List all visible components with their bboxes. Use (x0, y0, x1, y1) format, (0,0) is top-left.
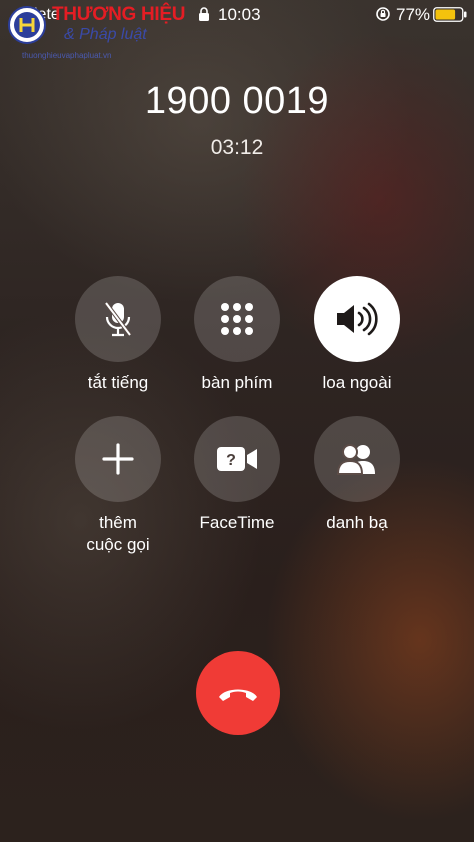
status-time: 10:03 (218, 5, 261, 24)
svg-text:?: ? (226, 452, 236, 469)
add-call-label-line2: cuộc gọi (86, 535, 150, 554)
facetime-button[interactable]: ? FaceTime (177, 416, 297, 534)
watermark-title: THƯƠNG HIỆU (52, 4, 186, 25)
facetime-icon: ? (217, 447, 257, 471)
keypad-circle[interactable] (194, 276, 280, 362)
contacts-label: danh bạ (326, 513, 388, 532)
lock-icon (199, 7, 209, 21)
battery-icon (433, 7, 467, 22)
mute-circle[interactable] (75, 276, 161, 362)
mute-label: tắt tiếng (87, 373, 149, 392)
watermark-url: thuonghieuvaphapluat.vn (22, 51, 112, 60)
add-call-label: thêm cuộc gọi (58, 512, 178, 556)
watermark-logo: THƯƠNG HIỆU & Pháp luật thuonghieuvaphap… (4, 2, 185, 64)
facetime-label: FaceTime (199, 513, 275, 532)
add-call-button[interactable]: thêm cuộc gọi (58, 416, 178, 556)
watermark-subtitle: & Pháp luật (64, 26, 147, 43)
mute-icon (104, 301, 132, 337)
contacts-button[interactable]: danh bạ (297, 416, 417, 534)
speaker-circle[interactable] (314, 276, 400, 362)
contacts-icon (336, 444, 375, 475)
contacts-circle[interactable] (314, 416, 400, 502)
caller-number: 1900 0019 (144, 80, 330, 122)
mute-button[interactable]: tắt tiếng (58, 276, 178, 394)
keypad-label: bàn phím (201, 373, 273, 392)
add-call-circle[interactable] (75, 416, 161, 502)
end-call-icon (219, 689, 257, 701)
logo-badge-icon (8, 6, 46, 44)
rotation-lock-icon (376, 7, 390, 21)
facetime-circle[interactable]: ? (194, 416, 280, 502)
add-call-label-line1: thêm (99, 513, 137, 532)
keypad-button[interactable]: bàn phím (177, 276, 297, 394)
keypad-icon (221, 303, 253, 335)
end-call-button[interactable] (196, 651, 280, 735)
add-call-icon (102, 443, 134, 475)
speaker-button[interactable]: loa ngoài (297, 276, 417, 394)
speaker-label: loa ngoài (322, 373, 392, 392)
speaker-icon (337, 302, 378, 336)
battery-percent: 77% (396, 5, 431, 24)
call-duration: 03:12 (210, 136, 264, 159)
